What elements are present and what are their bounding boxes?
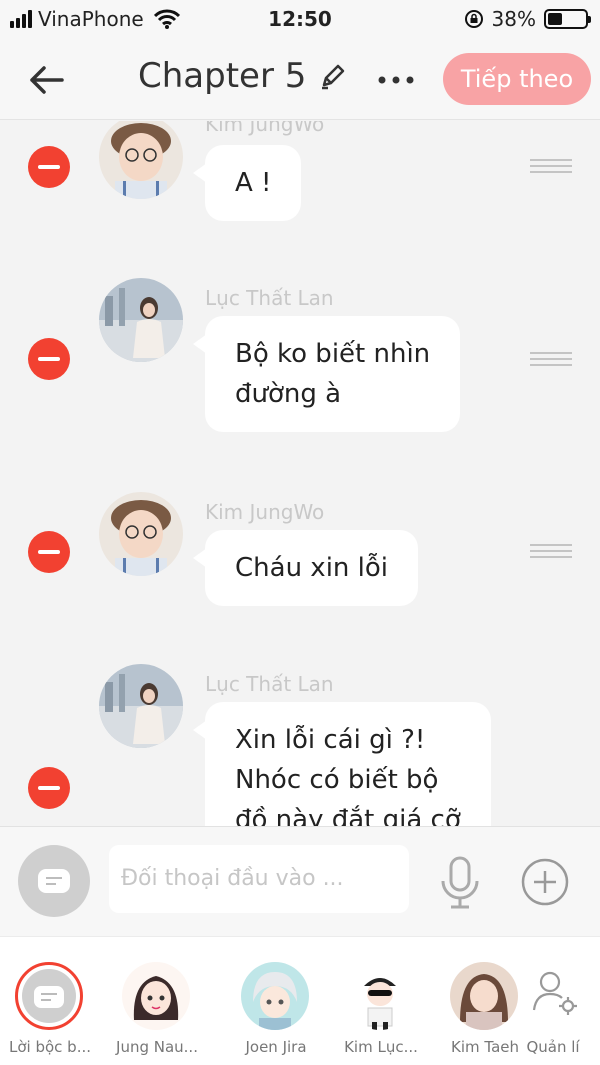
character-avatar — [346, 962, 414, 1030]
message-line: Cháu xin lỗi — [235, 553, 389, 583]
character-bar: Lời bộc b... Jung Nau... Joen Jira Kim L… — [0, 936, 600, 1065]
sender-name: Kim JungWo — [205, 121, 325, 136]
message-line: đường à — [235, 379, 342, 409]
message-bubble[interactable]: A ! — [192, 145, 302, 221]
status-bar: VinaPhone 12:50 38% — [0, 0, 600, 40]
add-icon[interactable] — [520, 857, 570, 907]
back-arrow-icon[interactable] — [24, 58, 68, 102]
user-settings-icon — [532, 971, 577, 1015]
battery-fill — [548, 13, 562, 25]
pencil-icon[interactable] — [318, 61, 348, 91]
message-bubble[interactable]: Cháu xin lỗi — [192, 530, 419, 606]
status-right: 38% — [464, 7, 591, 31]
drag-handle-icon[interactable] — [530, 352, 572, 366]
character-name: Kim Lục... — [344, 1038, 418, 1056]
manage-label: Quản lí — [526, 1038, 580, 1056]
rotation-lock-icon — [464, 10, 483, 28]
message-line: đồ này đắt giá cỡ — [235, 805, 461, 826]
character-item[interactable]: Kim Lục... — [331, 937, 431, 1065]
microphone-icon[interactable] — [437, 855, 483, 911]
character-name: Jung Nau... — [116, 1038, 198, 1056]
page-title: Chapter 5 — [138, 56, 307, 96]
character-name: Lời bộc b... — [8, 1038, 91, 1056]
message-line: Nhóc có biết bộ — [235, 765, 439, 795]
character-avatar — [241, 962, 309, 1030]
remove-message-button[interactable] — [28, 146, 70, 188]
character-item[interactable]: Joen Jira — [226, 937, 326, 1065]
remove-message-button[interactable] — [28, 338, 70, 380]
drag-handle-icon[interactable] — [530, 544, 572, 558]
battery-icon — [544, 9, 591, 29]
sender-name: Lục Thất Lan — [205, 286, 334, 310]
chat-bubble-icon — [22, 969, 76, 1023]
avatar-boy-image — [99, 121, 183, 199]
battery-percent: 38% — [491, 7, 536, 31]
dialogue-mode-button[interactable] — [18, 845, 90, 917]
message-bubble[interactable]: Xin lỗi cái gì ?! Nhóc có biết bộ đồ này… — [193, 702, 491, 826]
message-line: Bộ ko biết nhìn — [235, 339, 431, 369]
message-bubble[interactable]: Bộ ko biết nhìn đường à — [192, 316, 461, 432]
avatar-girl-image — [99, 664, 183, 748]
message-line: A ! — [235, 168, 272, 198]
avatar-boy-image — [99, 492, 183, 576]
remove-message-button[interactable] — [28, 531, 70, 573]
narrator-avatar — [15, 962, 83, 1030]
message-line: Xin lỗi cái gì ?! — [235, 725, 426, 755]
character-name: Joen Jira — [245, 1038, 307, 1056]
avatar — [99, 492, 183, 576]
avatar-girl-image — [99, 278, 183, 362]
character-item[interactable]: Jung Nau... — [107, 937, 207, 1065]
character-avatar — [122, 962, 190, 1030]
input-bar — [0, 826, 600, 936]
dialogue-input[interactable] — [109, 845, 409, 913]
title-group[interactable]: Chapter 5 — [138, 56, 348, 96]
drag-handle-icon[interactable] — [530, 159, 572, 173]
sender-name: Kim JungWo — [205, 500, 325, 524]
avatar — [99, 664, 183, 748]
avatar — [99, 121, 183, 199]
message-list[interactable]: Kim JungWo A ! Lục Thất Lan Bộ ko biết n… — [0, 121, 600, 826]
avatar — [99, 278, 183, 362]
chat-bubble-icon — [38, 869, 70, 893]
chapter-header: Chapter 5 Tiếp theo — [0, 40, 600, 120]
next-button[interactable]: Tiếp theo — [443, 53, 591, 105]
more-options-icon[interactable] — [376, 70, 420, 90]
sender-name: Lục Thất Lan — [205, 672, 334, 696]
character-narrator[interactable]: Lời bộc b... — [0, 937, 100, 1065]
remove-message-button[interactable] — [28, 767, 70, 809]
